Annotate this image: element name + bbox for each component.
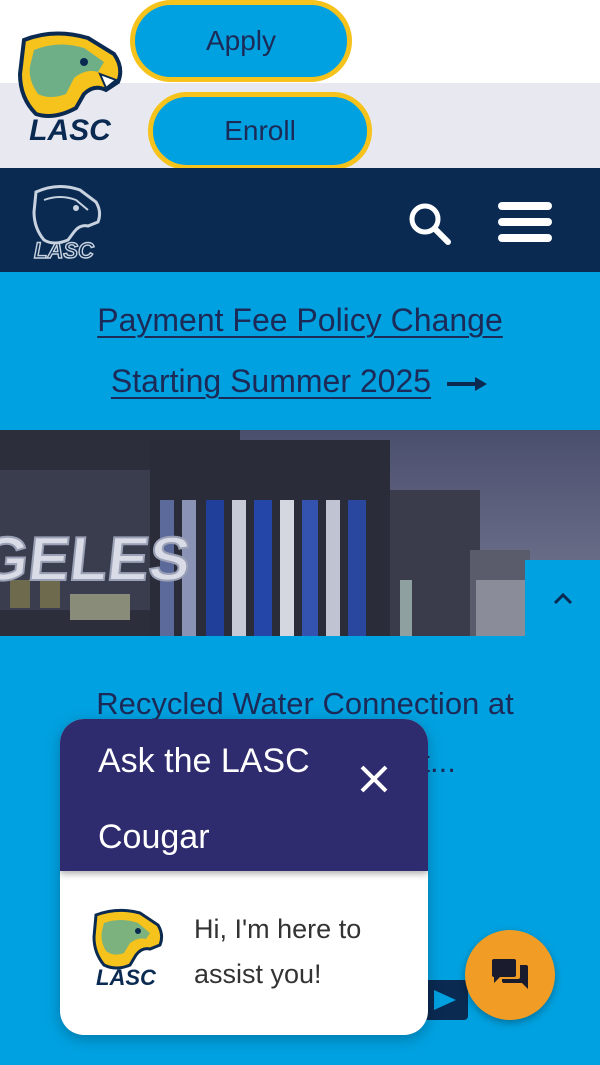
chat-bot-avatar: LASC [90, 907, 166, 990]
announcement-line-2: Starting Summer 2025 [110, 363, 432, 399]
top-bar: LASC Apply Enroll [0, 0, 600, 170]
chat-message-line-2: assist you! [194, 959, 322, 989]
announcement-line-1: Payment Fee Policy Change [97, 302, 503, 338]
home-logo-link[interactable]: LASC [28, 182, 104, 264]
search-icon [409, 203, 451, 245]
scroll-to-top-button[interactable] [525, 560, 600, 636]
chat-launcher-button[interactable] [465, 930, 555, 1020]
chat-bubbles-icon [492, 959, 528, 989]
chat-header: Ask the LASC Cougar [60, 719, 428, 871]
hamburger-menu-icon [498, 202, 552, 242]
lasc-cougar-avatar-icon: LASC [92, 908, 164, 990]
menu-button[interactable] [496, 200, 554, 244]
lasc-cougar-outline-logo-icon: LASC [32, 185, 102, 264]
arrow-right-icon [447, 376, 488, 391]
close-icon [360, 765, 388, 793]
announcement-banner: Payment Fee Policy Change Starting Summe… [0, 272, 600, 430]
news-title-line-1: Recycled Water Connection at [96, 686, 514, 721]
chat-close-button[interactable] [356, 761, 392, 797]
lasc-cougar-logo-icon: LASC [17, 31, 123, 147]
hero-image: GELES [0, 430, 600, 636]
svg-text:LASC: LASC [29, 114, 112, 146]
enroll-button[interactable]: Enroll [148, 92, 372, 170]
building-sign-text: GELES [0, 525, 194, 594]
search-button[interactable] [404, 198, 456, 248]
apply-button[interactable]: Apply [130, 0, 352, 82]
chevron-up-icon [553, 592, 572, 605]
chat-greeting-message: Hi, I'm here to assist you! [194, 907, 404, 997]
chat-title-line-2: Cougar [98, 818, 210, 856]
chat-message-line-1: Hi, I'm here to [194, 914, 362, 944]
svg-text:LASC: LASC [96, 965, 157, 987]
chat-widget: Ask the LASC Cougar LASC Hi, I'm here to… [60, 719, 428, 1035]
main-navbar: LASC [0, 168, 600, 272]
play-icon [434, 990, 456, 1010]
chat-title: Ask the LASC Cougar [98, 723, 358, 875]
lasc-logo-link[interactable]: LASC [14, 28, 126, 147]
video-play-button[interactable] [424, 980, 468, 1020]
campus-building-image: GELES [0, 430, 600, 636]
chat-title-line-1: Ask the LASC [98, 742, 310, 780]
svg-text:LASC: LASC [34, 238, 95, 260]
payment-policy-link[interactable]: Payment Fee Policy Change Starting Summe… [97, 290, 503, 412]
